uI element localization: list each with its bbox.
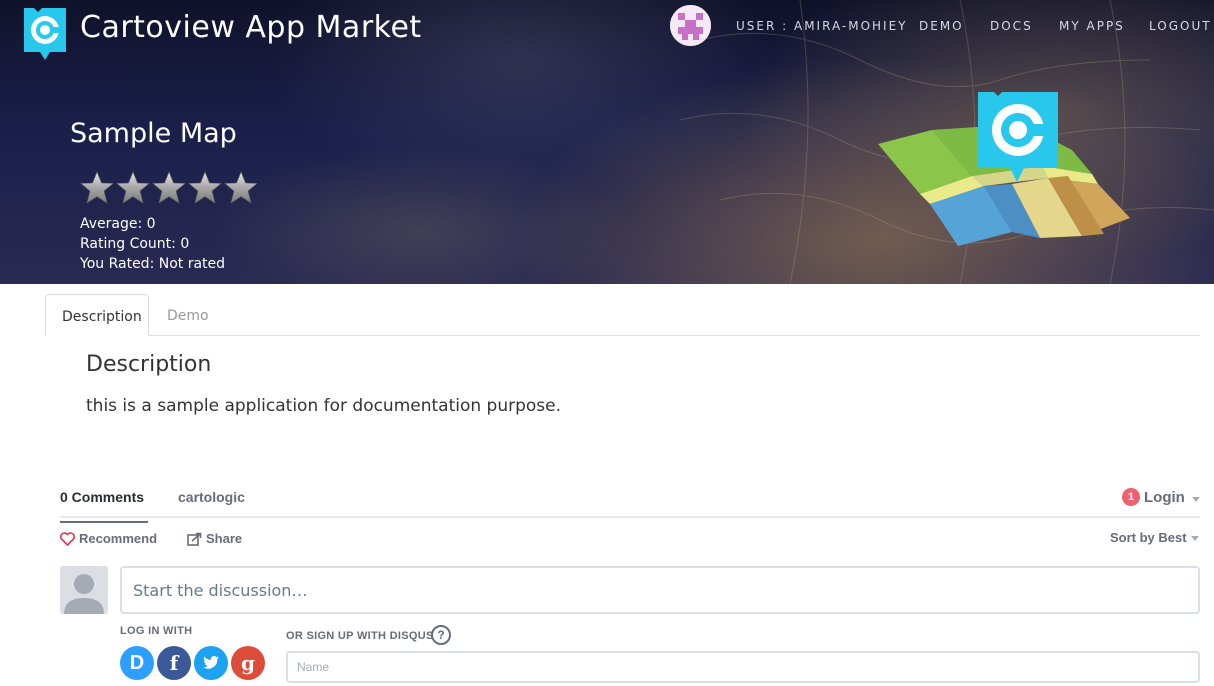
tab-description[interactable]: Description — [45, 294, 149, 336]
heart-icon — [60, 532, 75, 546]
star-icon[interactable] — [224, 171, 258, 205]
signup-with-label: OR SIGN UP WITH DISQUS — [286, 630, 434, 642]
description-text: this is a sample application for documen… — [86, 396, 562, 416]
login-with-label: LOG IN WITH — [120, 625, 193, 637]
description-heading: Description — [86, 352, 212, 377]
comments-count-tab[interactable]: 0 Comments — [60, 489, 148, 523]
chevron-down-icon[interactable] — [1192, 497, 1200, 502]
share-label: Share — [206, 531, 243, 546]
nav-docs[interactable]: DOCS — [990, 19, 1033, 33]
twitter-bird-icon — [203, 656, 219, 669]
name-field[interactable] — [286, 651, 1200, 683]
community-link[interactable]: cartologic — [178, 489, 245, 505]
app-title: Sample Map — [70, 118, 237, 149]
google-login-icon[interactable]: g — [231, 646, 265, 680]
nav-user[interactable]: USER : AMIRA-MOHIEY — [736, 19, 908, 33]
twitter-login-icon[interactable] — [194, 646, 228, 680]
star-icon[interactable] — [152, 171, 186, 205]
chevron-down-icon[interactable] — [1191, 536, 1199, 541]
recommend-label: Recommend — [79, 531, 158, 546]
star-icon[interactable] — [116, 171, 150, 205]
rating-average: Average: 0 — [80, 216, 156, 232]
nav-demo[interactable]: DEMO — [919, 19, 964, 33]
help-icon[interactable]: ? — [431, 625, 451, 645]
sort-dropdown[interactable]: Sort by Best — [1110, 530, 1187, 545]
tab-bar: Description Demo — [45, 294, 1200, 336]
rating-count: Rating Count: 0 — [80, 236, 190, 252]
recommend-button[interactable]: Recommend — [60, 530, 160, 548]
rating-you-rated: You Rated: Not rated — [80, 256, 226, 272]
top-navbar: Cartoview App Market USER : AMIRA-MOHIEY… — [0, 0, 1214, 60]
cartoview-logo-icon[interactable] — [22, 6, 68, 62]
nav-logout[interactable]: LOGOUT — [1149, 19, 1212, 33]
disqus-login-icon[interactable]: D — [120, 646, 154, 680]
notification-badge[interactable]: 1 — [1122, 488, 1140, 506]
avatar — [60, 566, 108, 614]
user-avatar-icon[interactable] — [670, 5, 711, 46]
app-map-icon — [878, 92, 1130, 246]
star-icon[interactable] — [188, 171, 222, 205]
tab-demo[interactable]: Demo — [151, 294, 225, 336]
star-icon[interactable] — [80, 171, 114, 205]
brand-title[interactable]: Cartoview App Market — [80, 10, 422, 45]
hero-banner: Cartoview App Market USER : AMIRA-MOHIEY… — [0, 0, 1214, 284]
share-icon — [187, 532, 202, 546]
share-button[interactable]: Share — [187, 530, 247, 548]
comments-header: 0 Comments cartologic 1 Login — [60, 484, 1200, 523]
facebook-login-icon[interactable]: f — [157, 646, 191, 680]
rating-stars[interactable] — [80, 171, 260, 207]
discussion-input[interactable] — [120, 566, 1200, 614]
nav-my-apps[interactable]: MY APPS — [1059, 19, 1125, 33]
login-button[interactable]: Login — [1144, 489, 1185, 506]
user-silhouette-icon — [60, 566, 108, 614]
